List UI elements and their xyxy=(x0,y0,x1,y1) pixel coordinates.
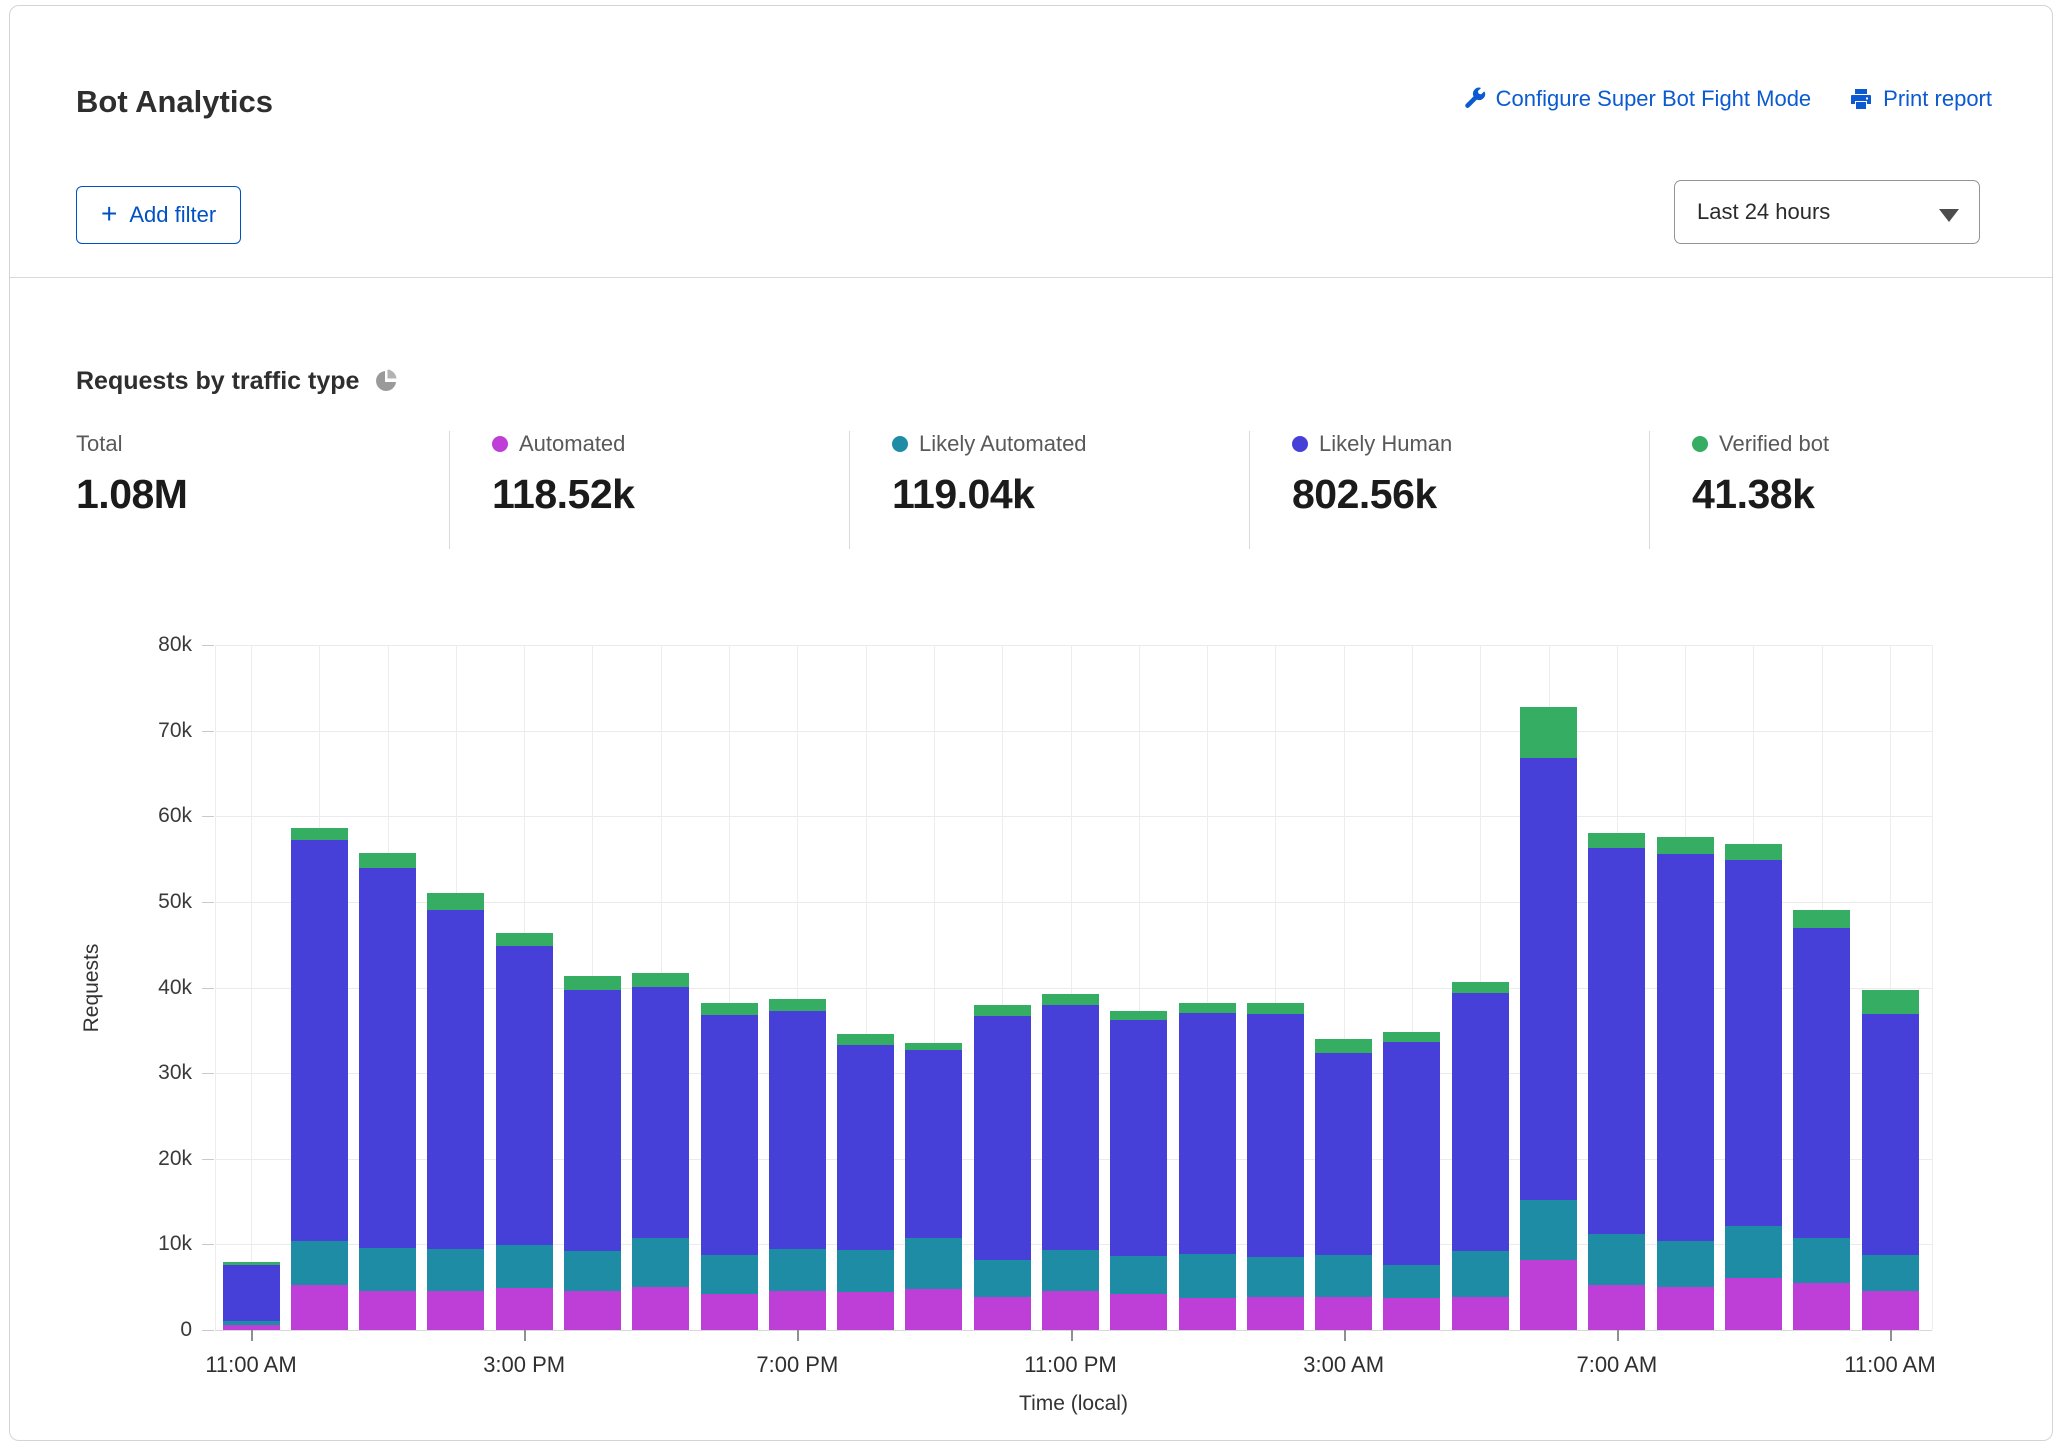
bot-analytics-card: Bot Analytics Configure Super Bot Fight … xyxy=(9,5,2053,1441)
time-range-value: Last 24 hours xyxy=(1697,199,1830,225)
configure-link-label: Configure Super Bot Fight Mode xyxy=(1496,86,1812,112)
stat-value: 118.52k xyxy=(492,471,634,518)
stat-value: 802.56k xyxy=(1292,471,1452,518)
stat-label: Total xyxy=(76,431,122,457)
stat-value: 1.08M xyxy=(76,471,187,518)
legend-dot xyxy=(892,436,908,452)
stat-value: 41.38k xyxy=(1692,471,1829,518)
stat-label: Likely Automated xyxy=(919,431,1087,457)
stat-label: Automated xyxy=(519,431,625,457)
stat-verified-bot[interactable]: Verified bot 41.38k xyxy=(1692,431,1829,518)
stat-divider xyxy=(849,431,850,549)
plus-icon: + xyxy=(101,200,117,228)
stat-divider xyxy=(1249,431,1250,549)
stats-row: Total 1.08M Automated 118.52k Likely Automat… xyxy=(10,431,2054,561)
header-links: Configure Super Bot Fight Mode Print rep… xyxy=(1462,86,1992,112)
wrench-icon xyxy=(1462,87,1486,111)
legend-dot xyxy=(1292,436,1308,452)
page-title: Bot Analytics xyxy=(76,84,273,120)
stat-label: Verified bot xyxy=(1719,431,1829,457)
stat-automated[interactable]: Automated 118.52k xyxy=(492,431,634,518)
stat-likely-human[interactable]: Likely Human 802.56k xyxy=(1292,431,1452,518)
print-link-label: Print report xyxy=(1883,86,1992,112)
print-report-link[interactable]: Print report xyxy=(1849,86,1992,112)
chevron-down-icon xyxy=(1939,209,1959,222)
stat-likely-automated[interactable]: Likely Automated 119.04k xyxy=(892,431,1087,518)
pie-chart-icon xyxy=(373,368,399,399)
stat-value: 119.04k xyxy=(892,471,1087,518)
add-filter-label: Add filter xyxy=(129,202,216,228)
legend-dot xyxy=(1692,436,1708,452)
add-filter-button[interactable]: + Add filter xyxy=(76,186,241,244)
header-divider xyxy=(10,277,2052,278)
stat-divider xyxy=(449,431,450,549)
stat-label: Likely Human xyxy=(1319,431,1452,457)
time-range-dropdown[interactable]: Last 24 hours xyxy=(1674,180,1980,244)
stat-divider xyxy=(1649,431,1650,549)
printer-icon xyxy=(1849,87,1873,111)
section-title: Requests by traffic type xyxy=(76,367,359,396)
configure-super-bot-fight-mode-link[interactable]: Configure Super Bot Fight Mode xyxy=(1462,86,1812,112)
stat-total[interactable]: Total 1.08M xyxy=(76,431,187,518)
legend-dot xyxy=(492,436,508,452)
